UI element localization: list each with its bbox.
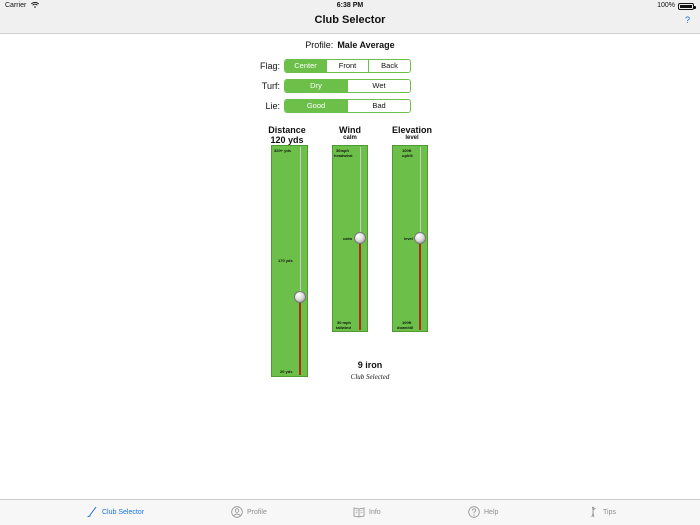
lie-option-good[interactable]: Good <box>285 100 348 112</box>
tab-club-selector[interactable]: Club Selector <box>86 506 144 518</box>
golf-club-icon <box>87 506 97 518</box>
tab-bar: Club Selector Profile Info Help Tips <box>0 499 700 525</box>
flag-segmented-control: Center Front Back <box>284 59 411 73</box>
turf-option-wet[interactable]: Wet <box>348 80 410 92</box>
distance-header: Distance 120 yds <box>262 125 312 145</box>
profile-row: Profile: Male Average <box>0 40 700 50</box>
elevation-slider-handle[interactable] <box>414 232 426 244</box>
wind-value: calm <box>343 135 357 141</box>
top-bar: Carrier 6:38 PM 100% Club Selector ? <box>0 0 700 34</box>
turf-row: Turf: Dry Wet <box>250 79 411 93</box>
distance-rail-upper <box>300 147 301 297</box>
elevation-title: Elevation <box>391 125 432 135</box>
battery-icon <box>678 2 696 10</box>
club-caption: Club Selected <box>350 373 390 381</box>
elevation-rail-lower <box>419 238 421 330</box>
elevation-rail-upper <box>420 147 421 238</box>
flag-option-center[interactable]: Center <box>285 60 327 72</box>
flag-option-back[interactable]: Back <box>369 60 410 72</box>
golfer-icon <box>591 506 596 518</box>
elevation-bottom-label-2: downhill <box>397 325 414 330</box>
status-battery: 100% <box>657 1 696 11</box>
tab-profile-label: Profile <box>247 508 267 516</box>
wind-bottom-label-2: tailwind <box>336 325 351 330</box>
tab-club-selector-label: Club Selector <box>102 508 145 516</box>
wind-title: Wind <box>339 125 361 135</box>
tab-tips-label: Tips <box>603 508 616 516</box>
turf-option-dry[interactable]: Dry <box>285 80 348 92</box>
tab-help-label: Help <box>484 508 499 516</box>
help-button[interactable]: ? <box>685 15 690 25</box>
distance-value: 120 yds <box>270 135 304 145</box>
status-time: 6:38 PM <box>336 2 364 9</box>
profile-value: Male Average <box>337 40 395 50</box>
turf-segmented-control: Dry Wet <box>284 79 411 93</box>
lie-option-bad[interactable]: Bad <box>348 100 410 112</box>
tab-info-label: Info <box>369 508 381 516</box>
distance-slider-handle[interactable] <box>294 291 306 303</box>
flag-label: Flag: <box>259 61 280 71</box>
distance-mid-label: 170 yds <box>278 258 293 263</box>
wind-slider-handle[interactable] <box>354 232 366 244</box>
wind-rail-upper <box>360 147 361 238</box>
elevation-value: level <box>405 135 419 141</box>
flag-option-front[interactable]: Front <box>327 60 369 72</box>
distance-title: Distance <box>268 125 306 135</box>
wind-header: Wind calm <box>325 125 375 141</box>
distance-top-label: 320+ yds <box>274 148 292 153</box>
wind-top-label-2: headwind <box>334 153 353 158</box>
book-icon <box>353 507 365 518</box>
wind-mid-label: calm <box>343 236 353 241</box>
turf-label: Turf: <box>261 81 280 91</box>
tab-info[interactable]: Info <box>353 506 381 518</box>
elevation-mid-label: level <box>404 236 413 241</box>
wind-rail-lower <box>359 238 361 330</box>
tab-profile[interactable]: Profile <box>231 506 267 518</box>
elevation-top-label-2: uphill <box>402 153 413 158</box>
club-name: 9 iron <box>357 360 383 370</box>
lie-label: Lie: <box>265 101 280 111</box>
lie-row: Lie: Good Bad <box>250 99 411 113</box>
question-circle-icon <box>468 506 480 518</box>
tab-help[interactable]: Help <box>468 506 498 518</box>
profile-label: Profile: <box>305 40 334 50</box>
battery-percent: 100% <box>657 2 675 9</box>
lie-segmented-control: Good Bad <box>284 99 411 113</box>
flag-row: Flag: Center Front Back <box>250 59 411 73</box>
nav-title: Club Selector <box>314 14 386 26</box>
person-icon <box>231 506 243 518</box>
elevation-header: Elevation level <box>387 125 437 141</box>
tab-tips[interactable]: Tips <box>587 506 616 518</box>
